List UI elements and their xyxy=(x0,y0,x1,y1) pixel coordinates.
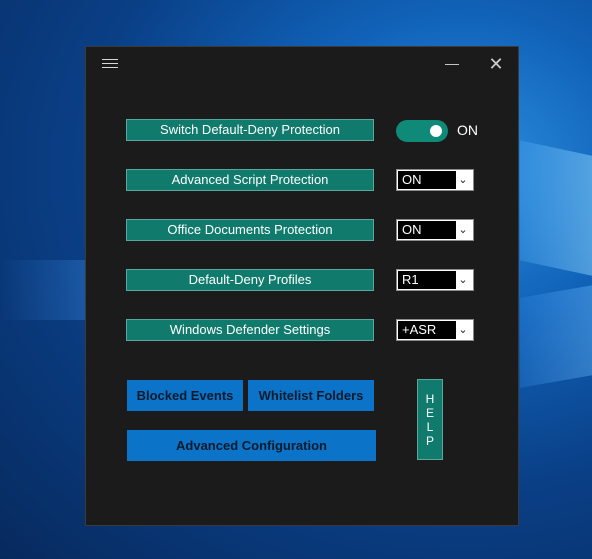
whitelist-folders-button[interactable]: Whitelist Folders xyxy=(248,380,374,411)
help-letter: P xyxy=(425,434,434,448)
select-value: +ASR xyxy=(398,321,456,339)
chevron-down-icon[interactable]: ⌄ xyxy=(456,172,470,188)
hamburger-icon[interactable] xyxy=(102,59,118,71)
advanced-script-protection-select[interactable]: ON ⌄ xyxy=(396,169,474,191)
select-value: R1 xyxy=(398,271,456,289)
help-letter: H xyxy=(425,392,435,406)
desktop-light-beam xyxy=(520,282,592,388)
office-documents-protection-select[interactable]: ON ⌄ xyxy=(396,219,474,241)
desktop-light-beam xyxy=(0,260,90,320)
advanced-configuration-button[interactable]: Advanced Configuration xyxy=(127,430,376,461)
switch-default-deny-button[interactable]: Switch Default-Deny Protection xyxy=(126,119,374,141)
app-window: — ✕ Switch Default-Deny Protection ON Ad… xyxy=(85,46,519,526)
chevron-down-icon[interactable]: ⌄ xyxy=(456,222,470,238)
help-letter: E xyxy=(425,406,434,420)
office-documents-protection-button[interactable]: Office Documents Protection xyxy=(126,219,374,241)
desktop-light-beam xyxy=(520,140,592,280)
blocked-events-button[interactable]: Blocked Events xyxy=(127,380,243,411)
help-button[interactable]: H E L P xyxy=(417,379,443,460)
select-value: ON xyxy=(398,221,456,239)
chevron-down-icon[interactable]: ⌄ xyxy=(456,272,470,288)
default-deny-profiles-button[interactable]: Default-Deny Profiles xyxy=(126,269,374,291)
toggle-state-label: ON xyxy=(457,122,478,138)
default-deny-profiles-select[interactable]: R1 ⌄ xyxy=(396,269,474,291)
windows-defender-settings-button[interactable]: Windows Defender Settings xyxy=(126,319,374,341)
windows-defender-settings-select[interactable]: +ASR ⌄ xyxy=(396,319,474,341)
select-value: ON xyxy=(398,171,456,189)
minimize-icon[interactable]: — xyxy=(444,55,460,71)
advanced-script-protection-button[interactable]: Advanced Script Protection xyxy=(126,169,374,191)
default-deny-toggle[interactable] xyxy=(396,120,448,142)
chevron-down-icon[interactable]: ⌄ xyxy=(456,322,470,338)
toggle-knob xyxy=(430,125,442,137)
close-icon[interactable]: ✕ xyxy=(486,55,506,73)
help-letter: L xyxy=(426,420,434,434)
